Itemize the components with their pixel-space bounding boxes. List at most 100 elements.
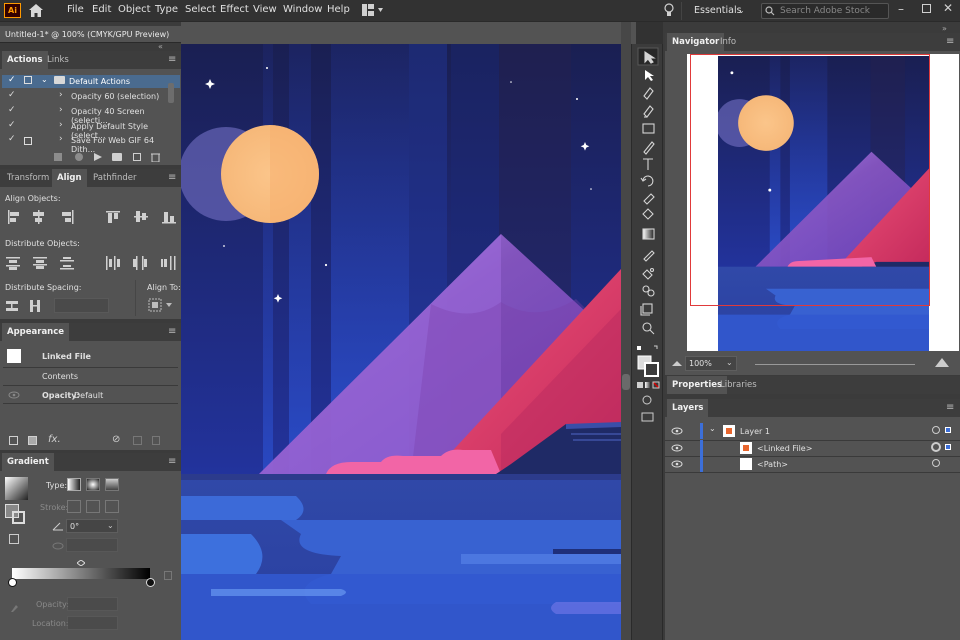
check-icon[interactable]: ✓ xyxy=(8,134,16,144)
selection-indicator[interactable] xyxy=(945,427,951,433)
spacing-value-field[interactable] xyxy=(54,298,109,313)
zoom-out-icon[interactable] xyxy=(672,361,682,366)
panel-menu-icon[interactable]: ≡ xyxy=(168,456,176,467)
panel-menu-icon[interactable]: ≡ xyxy=(946,402,954,413)
eye-icon[interactable] xyxy=(8,391,20,399)
new-action-icon[interactable] xyxy=(133,153,141,161)
align-objects-buttons[interactable] xyxy=(6,209,176,225)
chevron-right-icon[interactable]: › xyxy=(59,90,63,100)
dialog-toggle-icon[interactable] xyxy=(24,137,32,145)
tab-align[interactable]: Align xyxy=(52,169,87,187)
tab-appearance[interactable]: Appearance xyxy=(2,323,70,341)
zoom-in-icon[interactable] xyxy=(935,358,949,367)
selection-indicator[interactable] xyxy=(945,444,951,450)
dialog-toggle-icon[interactable] xyxy=(24,76,32,84)
eye-icon[interactable] xyxy=(671,427,683,435)
layer-row[interactable]: ⌄ Layer 1 xyxy=(665,423,960,439)
expand-icon[interactable]: ⌄ xyxy=(41,75,48,84)
clear-appearance-icon[interactable]: ⊘ xyxy=(112,434,120,445)
canvas-vertical-scrollbar[interactable] xyxy=(621,22,631,640)
target-selected-icon[interactable] xyxy=(931,442,941,452)
artboard[interactable] xyxy=(181,44,621,640)
swap-gradient-icon[interactable] xyxy=(9,534,19,544)
tab-transform[interactable]: Transform xyxy=(2,169,54,187)
menu-object[interactable]: Object xyxy=(118,4,151,15)
arrange-documents-icon[interactable] xyxy=(362,4,383,16)
action-row[interactable]: ✓ › Opacity 60 (selection) xyxy=(2,90,168,103)
menu-type[interactable]: Type xyxy=(155,4,178,15)
align-to-selector[interactable] xyxy=(148,298,174,312)
add-effect-button[interactable]: fx. xyxy=(48,434,61,445)
delete-item-icon[interactable] xyxy=(152,436,160,445)
workspace-switcher[interactable]: Essentials xyxy=(694,5,742,16)
tab-links[interactable]: Links xyxy=(42,51,74,69)
trash-icon[interactable] xyxy=(151,152,160,162)
duplicate-item-icon[interactable] xyxy=(133,436,142,445)
tab-gradient[interactable]: Gradient xyxy=(2,453,54,471)
menu-view[interactable]: View xyxy=(253,4,277,15)
freeform-gradient-button[interactable] xyxy=(105,478,119,491)
collapse-panels-icon[interactable]: » xyxy=(942,24,947,33)
chevron-right-icon[interactable]: › xyxy=(59,105,63,115)
delete-stop-icon[interactable] xyxy=(164,571,172,580)
stroke-along-button[interactable] xyxy=(86,500,100,513)
tab-info[interactable]: Info xyxy=(715,33,741,51)
lightbulb-icon[interactable] xyxy=(664,3,674,18)
chevron-right-icon[interactable]: › xyxy=(59,120,63,130)
gradient-opacity-field[interactable] xyxy=(67,597,118,611)
target-icon[interactable] xyxy=(932,459,940,467)
linear-gradient-button[interactable] xyxy=(67,478,81,491)
add-stroke-icon[interactable] xyxy=(9,436,18,445)
action-row[interactable]: ✓ › Apply Default Style (select... xyxy=(2,120,168,140)
tab-layers[interactable]: Layers xyxy=(667,399,709,417)
eye-icon[interactable] xyxy=(671,444,683,452)
target-icon[interactable] xyxy=(932,426,940,434)
gradient-stop-black[interactable] xyxy=(146,578,155,587)
scrollbar-thumb[interactable] xyxy=(168,83,174,103)
layer-row[interactable]: <Linked File> xyxy=(665,440,960,456)
menu-file[interactable]: File xyxy=(67,4,84,15)
distribute-spacing-buttons[interactable] xyxy=(6,298,46,314)
scrollbar-thumb[interactable] xyxy=(622,374,630,390)
document-tab[interactable]: Untitled-1* @ 100% (CMYK/GPU Preview) xyxy=(0,26,181,43)
tab-pathfinder[interactable]: Pathfinder xyxy=(88,169,142,187)
zoom-slider[interactable] xyxy=(755,364,915,365)
check-icon[interactable]: ✓ xyxy=(8,90,16,100)
check-icon[interactable]: ✓ xyxy=(8,75,16,85)
panel-menu-icon[interactable]: ≡ xyxy=(168,326,176,337)
search-stock-input[interactable]: Search Adobe Stock xyxy=(761,3,889,19)
layer-row[interactable]: <Path> xyxy=(665,456,960,472)
menu-window[interactable]: Window xyxy=(283,4,322,15)
midpoint-diamond[interactable] xyxy=(77,560,85,566)
angle-field[interactable]: 0° ⌄ xyxy=(66,519,118,533)
chevron-down-icon[interactable]: ⌄ xyxy=(709,424,716,433)
check-icon[interactable]: ✓ xyxy=(8,120,16,130)
menu-edit[interactable]: Edit xyxy=(92,4,111,15)
check-icon[interactable]: ✓ xyxy=(8,105,16,115)
stop-icon[interactable] xyxy=(54,153,62,161)
appearance-contents[interactable]: Contents xyxy=(42,372,78,381)
menu-effect[interactable]: Effect xyxy=(220,4,249,15)
play-icon[interactable] xyxy=(94,153,102,161)
tool-icons[interactable] xyxy=(632,44,664,444)
radial-gradient-button[interactable] xyxy=(86,478,100,491)
gradient-location-field[interactable] xyxy=(67,616,118,630)
panel-menu-icon[interactable]: ≡ xyxy=(946,36,954,47)
action-set-row[interactable]: ✓ ⌄ Default Actions xyxy=(2,75,180,88)
gradient-swatch[interactable] xyxy=(5,477,28,500)
menu-select[interactable]: Select xyxy=(185,4,216,15)
eyedropper-icon[interactable] xyxy=(9,601,19,613)
gradient-slider[interactable] xyxy=(12,568,150,579)
minimize-button[interactable]: – xyxy=(898,2,904,16)
aspect-ratio-field[interactable] xyxy=(66,538,118,552)
stroke-mini[interactable] xyxy=(12,511,25,524)
collapse-panels-icon[interactable]: « xyxy=(158,42,163,51)
maximize-button[interactable] xyxy=(922,4,931,13)
stroke-across-button[interactable] xyxy=(105,500,119,513)
panel-menu-icon[interactable]: ≡ xyxy=(168,172,176,183)
chevron-right-icon[interactable]: › xyxy=(59,134,63,144)
add-fill-icon[interactable] xyxy=(28,436,37,445)
action-row[interactable]: ✓ › Save For Web GIF 64 Dith... xyxy=(2,134,168,154)
action-row[interactable]: ✓ › Opacity 40 Screen (selecti... xyxy=(2,105,168,125)
panel-menu-icon[interactable]: ≡ xyxy=(168,54,176,65)
